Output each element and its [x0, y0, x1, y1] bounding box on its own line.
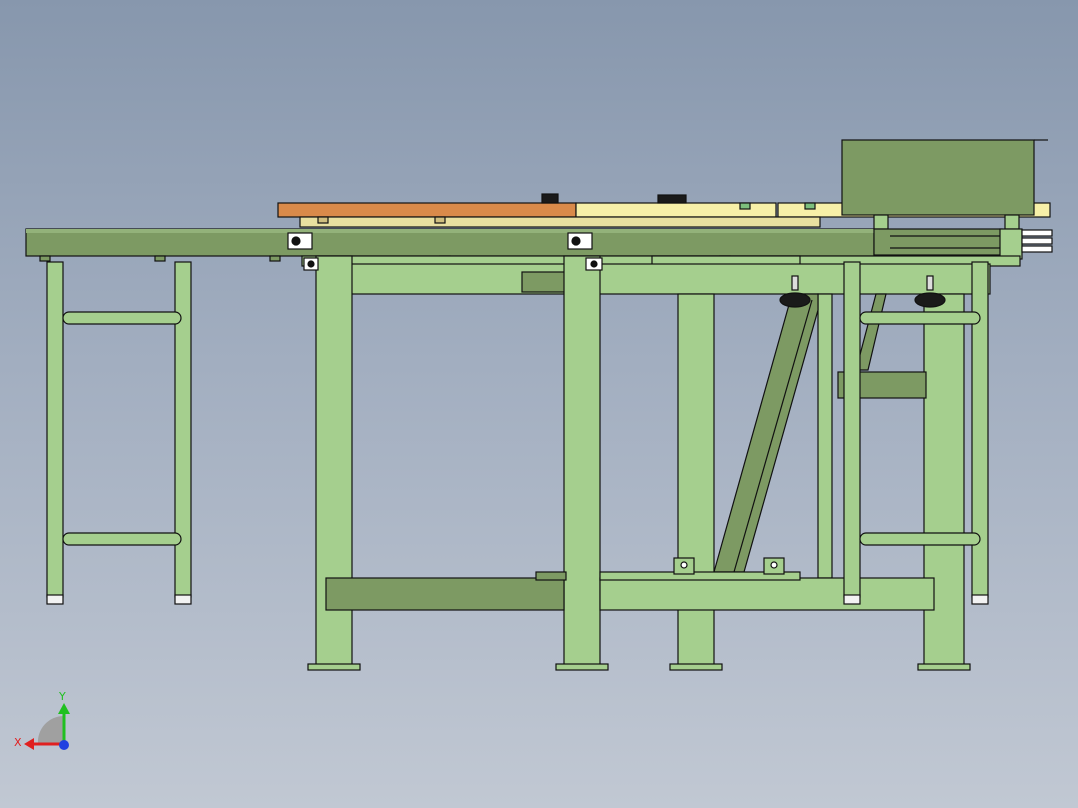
- x-axis-label: X: [14, 736, 22, 749]
- control-box: [841, 139, 1053, 260]
- axis-triad: [24, 703, 70, 750]
- machine-frame-drawing: Y X: [14, 139, 1053, 750]
- y-axis-label: Y: [58, 690, 66, 703]
- right-roller-stand: [843, 261, 989, 605]
- left-roller-stand: [46, 261, 192, 605]
- cad-viewport[interactable]: Y X: [0, 0, 1078, 808]
